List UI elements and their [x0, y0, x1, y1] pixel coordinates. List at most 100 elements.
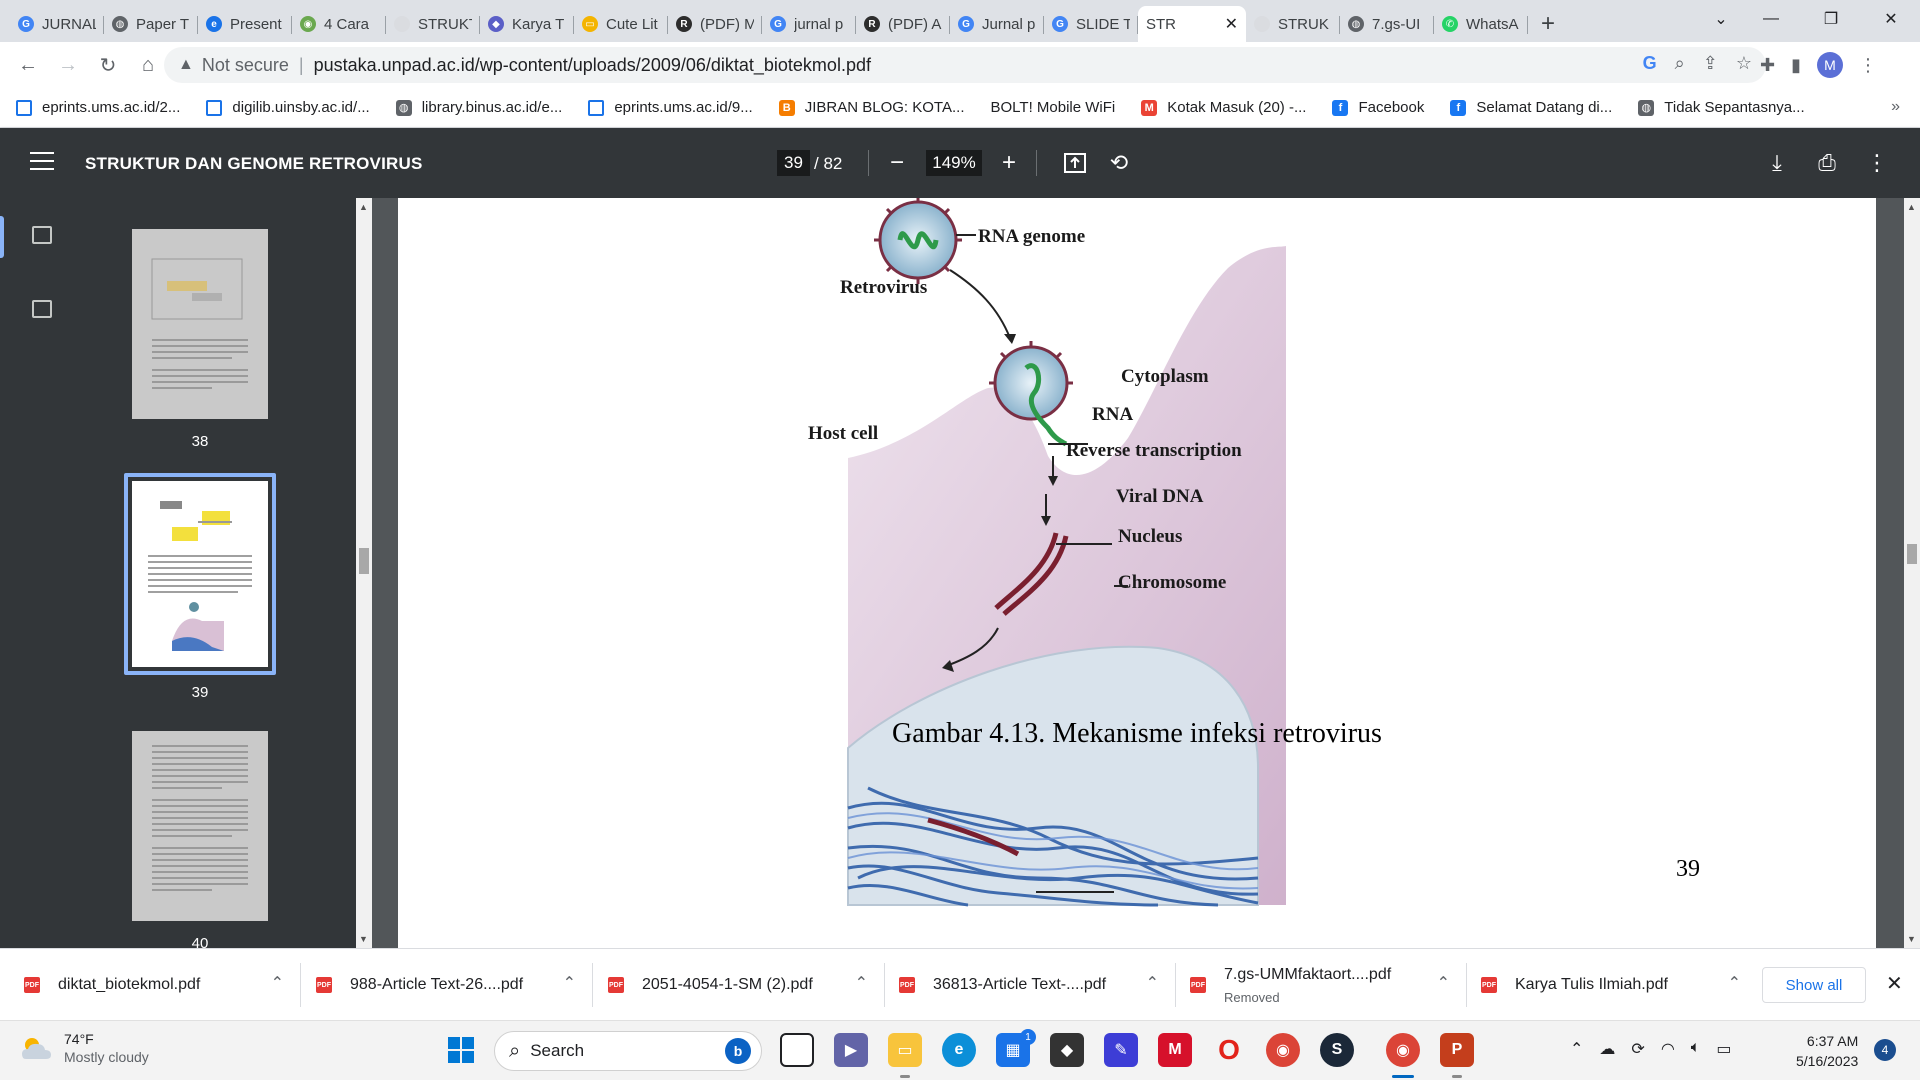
- download-options-icon[interactable]: ⌃: [855, 973, 868, 993]
- wifi-icon[interactable]: ◠: [1661, 1039, 1675, 1059]
- download-item[interactable]: PDF 988-Article Text-26....pdf ⌃: [316, 949, 576, 1021]
- security-label[interactable]: Not secure: [202, 55, 289, 76]
- download-item[interactable]: PDF 2051-4054-1-SM (2).pdf ⌃: [608, 949, 868, 1021]
- reload-button[interactable]: ↻: [88, 45, 128, 85]
- download-options-icon[interactable]: ⌃: [563, 973, 576, 993]
- thumbnail-view-icon[interactable]: [32, 226, 52, 244]
- scroll-down-icon[interactable]: ▼: [1907, 934, 1916, 944]
- address-bar[interactable]: ▲ Not secure | pustaka.unpad.ac.id/wp-co…: [164, 47, 1766, 83]
- close-window-button[interactable]: ✕: [1868, 0, 1914, 38]
- zoom-out-button[interactable]: −: [880, 146, 914, 180]
- chrome-profile-icon[interactable]: ◉: [1386, 1033, 1420, 1067]
- bookmark-item[interactable]: eprints.ums.ac.id/9...: [588, 99, 753, 116]
- scroll-up-icon[interactable]: ▲: [1907, 202, 1916, 212]
- browser-tab[interactable]: ◉ 4 Cara: [292, 6, 386, 42]
- browser-tab[interactable]: STRUKT: [386, 6, 480, 42]
- browser-tab[interactable]: Gjurnal p: [762, 6, 856, 42]
- opera-icon[interactable]: O: [1212, 1033, 1246, 1067]
- bookmark-item[interactable]: B JIBRAN BLOG: KOTA...: [778, 99, 965, 116]
- thumbnail-page-39[interactable]: [132, 481, 268, 667]
- side-panel-icon[interactable]: ▮: [1791, 55, 1801, 76]
- volume-icon[interactable]: 🔈︎: [1691, 1039, 1701, 1059]
- new-tab-button[interactable]: +: [1528, 6, 1568, 42]
- more-options-icon[interactable]: ⋮: [1862, 148, 1892, 178]
- notification-badge[interactable]: 4: [1874, 1039, 1896, 1061]
- taskbar-search[interactable]: ⌕ Search b: [494, 1031, 762, 1071]
- pen-app-icon[interactable]: ✎: [1104, 1033, 1138, 1067]
- download-item[interactable]: PDF diktat_biotekmol.pdf ⌃: [24, 949, 284, 1021]
- task-view-icon[interactable]: [780, 1033, 814, 1067]
- sidebar-scroll-thumb[interactable]: [359, 548, 369, 574]
- thumbnail-page-38[interactable]: [132, 229, 268, 419]
- zoom-icon[interactable]: ⌕: [1675, 53, 1685, 74]
- viewer-scrollbar[interactable]: ▲ ▼: [1904, 198, 1920, 948]
- browser-tab[interactable]: ✆ WhatsA: [1434, 6, 1528, 42]
- back-button[interactable]: ←: [8, 45, 48, 85]
- chrome-icon[interactable]: ◉: [1266, 1033, 1300, 1067]
- share-icon[interactable]: ⇪: [1703, 53, 1718, 74]
- browser-tab[interactable]: R (PDF) M: [668, 6, 762, 42]
- download-options-icon[interactable]: ⌃: [1437, 973, 1450, 993]
- tab-search-icon[interactable]: ⌄: [1698, 0, 1744, 38]
- bookmark-item[interactable]: ◍ library.binus.ac.id/e...: [395, 99, 562, 116]
- download-options-icon[interactable]: ⌃: [1728, 973, 1741, 993]
- close-downloads-icon[interactable]: ✕: [1886, 971, 1903, 996]
- sidebar-menu-icon[interactable]: [30, 152, 54, 172]
- steam-icon[interactable]: S: [1320, 1033, 1354, 1067]
- page-number-input[interactable]: 39: [777, 150, 810, 176]
- browser-tab[interactable]: ◆ Karya T: [480, 6, 574, 42]
- bookmarks-overflow-icon[interactable]: »: [1891, 98, 1900, 116]
- viewer-scroll-thumb[interactable]: [1907, 544, 1917, 564]
- browser-tab[interactable]: e Present: [198, 6, 292, 42]
- download-icon[interactable]: ⤓: [1762, 148, 1792, 178]
- browser-tab[interactable]: R (PDF) A: [856, 6, 950, 42]
- browser-tab[interactable]: G JURNAL: [10, 6, 104, 42]
- fit-page-icon[interactable]: [1060, 148, 1090, 178]
- battery-icon[interactable]: ▭: [1716, 1039, 1731, 1059]
- outline-view-icon[interactable]: [32, 300, 52, 318]
- edge-browser-icon[interactable]: e: [942, 1033, 976, 1067]
- zoom-input[interactable]: 149%: [926, 150, 982, 176]
- sync-icon[interactable]: ⟳: [1631, 1039, 1644, 1059]
- windows-start-icon[interactable]: [444, 1033, 478, 1067]
- onedrive-icon[interactable]: ☁: [1599, 1039, 1615, 1059]
- google-lens-icon[interactable]: G: [1643, 53, 1657, 74]
- profile-avatar[interactable]: M: [1817, 52, 1843, 78]
- download-item[interactable]: PDF 36813-Article Text-....pdf ⌃: [899, 949, 1159, 1021]
- print-icon[interactable]: ⎙: [1812, 148, 1842, 178]
- thumbnail-page-40[interactable]: [132, 731, 268, 921]
- download-item[interactable]: PDF 7.gs-UMMfaktaort....pdf Removed ⌃: [1190, 949, 1450, 1021]
- bookmark-item[interactable]: digilib.uinsby.ac.id/...: [206, 99, 370, 116]
- warning-icon[interactable]: ▲: [178, 56, 194, 74]
- menu-kebab-icon[interactable]: ⋮: [1859, 55, 1877, 76]
- home-button[interactable]: ⌂: [128, 45, 168, 85]
- extensions-icon[interactable]: ✚: [1760, 55, 1775, 76]
- bookmark-item[interactable]: BOLT! Mobile WiFi: [991, 99, 1116, 116]
- scroll-up-icon[interactable]: ▲: [359, 202, 368, 212]
- browser-tab[interactable]: ◍ 7.gs-UI: [1340, 6, 1434, 42]
- download-options-icon[interactable]: ⌃: [1146, 973, 1159, 993]
- browser-tab[interactable]: G Jurnal p: [950, 6, 1044, 42]
- show-all-downloads-button[interactable]: Show all: [1762, 967, 1866, 1003]
- scroll-down-icon[interactable]: ▼: [359, 934, 368, 944]
- browser-tab[interactable]: STRUK: [1246, 6, 1340, 42]
- powerpoint-icon[interactable]: P: [1440, 1033, 1474, 1067]
- sidebar-scrollbar[interactable]: ▲ ▼: [356, 198, 372, 948]
- download-options-icon[interactable]: ⌃: [271, 973, 284, 993]
- file-explorer-icon[interactable]: ▭: [888, 1033, 922, 1067]
- url-text[interactable]: pustaka.unpad.ac.id/wp-content/uploads/2…: [314, 55, 871, 76]
- rotate-icon[interactable]: ⟲: [1104, 148, 1134, 178]
- bookmark-star-icon[interactable]: ☆: [1736, 53, 1752, 74]
- show-hidden-icons[interactable]: ⌃: [1570, 1039, 1583, 1059]
- zoom-in-button[interactable]: +: [992, 146, 1026, 180]
- browser-tab[interactable]: ▭ Cute Lit: [574, 6, 668, 42]
- bookmark-item[interactable]: M Kotak Masuk (20) -...: [1141, 99, 1306, 116]
- browser-tab[interactable]: ◍ Paper T: [104, 6, 198, 42]
- teams-chat-icon[interactable]: ▶: [834, 1033, 868, 1067]
- browser-tab[interactable]: G SLIDE T: [1044, 6, 1138, 42]
- bookmark-item[interactable]: f Facebook: [1332, 99, 1424, 116]
- download-item[interactable]: PDF Karya Tulis Ilmiah.pdf ⌃: [1481, 949, 1741, 1021]
- minimize-button[interactable]: —: [1748, 0, 1794, 38]
- bookmark-item[interactable]: ◍ Tidak Sepantasnya...: [1638, 99, 1805, 116]
- close-tab-icon[interactable]: ✕: [1225, 14, 1238, 34]
